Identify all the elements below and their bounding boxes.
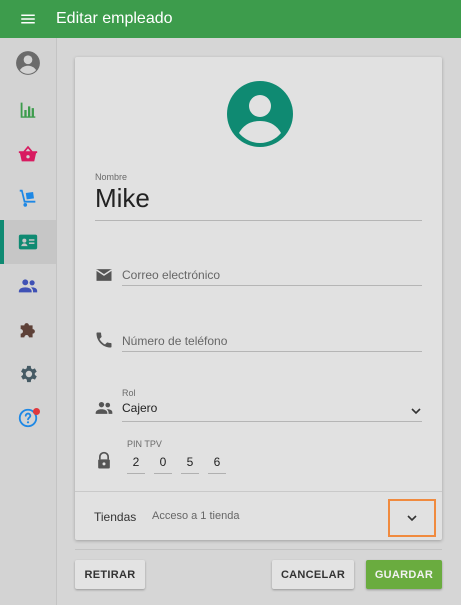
delete-button[interactable]: RETIRAR (75, 560, 145, 589)
chevron-down-icon (407, 515, 417, 522)
email-underline (122, 285, 422, 286)
sidebar-item-settings[interactable] (0, 352, 56, 396)
role-chevron-down-icon[interactable] (408, 403, 424, 419)
sidebar-item-employees[interactable] (0, 220, 56, 264)
people-icon (18, 279, 38, 293)
stores-value: Acceso a 1 tienda (152, 510, 240, 522)
email-field[interactable]: Correo electrónico (122, 268, 220, 282)
puzzle-icon (20, 323, 35, 338)
role-select[interactable]: Cajero (122, 401, 157, 415)
stores-label: Tiendas (94, 510, 137, 524)
role-underline (122, 421, 422, 422)
cancel-button[interactable]: CANCELAR (272, 560, 354, 589)
basket-icon (18, 145, 38, 162)
pin-digit[interactable]: 0 (154, 455, 172, 469)
account-circle-icon (16, 51, 40, 75)
pin-digit[interactable]: 5 (181, 455, 199, 469)
sidebar-item-inventory[interactable] (0, 176, 56, 220)
email-icon (96, 269, 112, 281)
sidebar-item-sales[interactable] (0, 132, 56, 176)
app-header: Editar empleado (0, 0, 461, 38)
sidebar-item-integrations[interactable] (0, 308, 56, 352)
notification-badge (33, 408, 40, 415)
sidebar-item-account[interactable] (0, 38, 56, 88)
pin-digit[interactable]: 6 (208, 455, 226, 469)
gear-icon (21, 365, 37, 383)
stores-expand-button[interactable] (388, 499, 436, 537)
pin-digit[interactable]: 2 (127, 455, 145, 469)
pin-digit-underline (208, 473, 226, 474)
badge-icon (18, 234, 38, 250)
employee-form-card: Nombre Mike Correo electrónico Número de… (75, 57, 442, 540)
sidebar-nav (0, 38, 57, 605)
bar-chart-icon (20, 102, 36, 118)
menu-icon (21, 14, 35, 24)
lock-icon (98, 451, 110, 469)
phone-field[interactable]: Número de teléfono (122, 334, 227, 348)
pin-digit-underline (181, 473, 199, 474)
name-label: Nombre (95, 172, 128, 182)
pin-digit-underline (154, 473, 172, 474)
dolly-icon (19, 189, 36, 207)
name-underline (95, 220, 422, 221)
role-label: Rol (122, 388, 136, 398)
menu-button[interactable] (0, 0, 56, 38)
pin-digit-underline (127, 473, 145, 474)
phone-underline (122, 351, 422, 352)
save-button[interactable]: GUARDAR (366, 560, 442, 589)
role-icon (95, 402, 113, 414)
sidebar-item-reports[interactable] (0, 88, 56, 132)
stores-divider (75, 491, 442, 492)
sidebar-item-customers[interactable] (0, 264, 56, 308)
phone-icon (96, 332, 112, 348)
name-input[interactable]: Mike (95, 183, 150, 214)
pin-label: PIN TPV (127, 439, 162, 449)
sidebar-item-help[interactable] (0, 396, 56, 440)
employee-avatar-icon[interactable] (227, 81, 293, 147)
footer-divider (75, 549, 442, 550)
page-title: Editar empleado (56, 10, 173, 27)
